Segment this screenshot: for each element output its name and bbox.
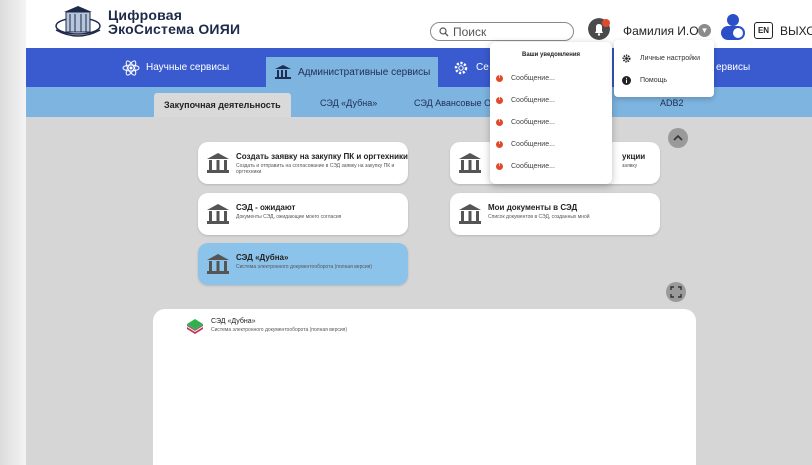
alert-icon [496, 96, 503, 104]
menu-item-label: Личные настройки [640, 54, 701, 62]
card-title: Мои документы в СЭД [488, 203, 578, 212]
logo-icon[interactable] [54, 6, 102, 42]
panel-description: Система электронного документооборота (п… [211, 327, 348, 333]
notification-item[interactable]: Сообщение... [496, 93, 555, 107]
card-sed-dubna[interactable]: СЭД «Дубна» Система электронного докумен… [198, 243, 408, 285]
menu-item-personal-settings[interactable]: Личные настройки [622, 51, 700, 65]
card-my-documents[interactable]: Мои документы в СЭД Список документов в … [450, 193, 660, 235]
notification-text: Сообщение... [511, 74, 555, 82]
notification-text: Сообщение... [511, 118, 555, 126]
panel-title: СЭД «Дубна» [211, 318, 256, 325]
card-description: Система электронного документооборота (п… [236, 264, 373, 270]
left-edge [0, 0, 26, 465]
notification-badge [602, 19, 610, 27]
building-icon [459, 204, 481, 224]
layers-icon [187, 319, 203, 334]
menu-item-label: Помощь [640, 76, 668, 84]
tab-more-services[interactable]: ервисы [716, 48, 750, 87]
notification-text: Сообщение... [511, 140, 555, 148]
card-create-request[interactable]: Создать заявку на закупку ПК и оргтехник… [198, 142, 408, 184]
fullscreen-button[interactable] [666, 282, 686, 302]
gear-icon [454, 61, 468, 74]
info-icon [622, 75, 631, 85]
theme-toggle[interactable] [718, 12, 748, 42]
notification-text: Сообщение... [511, 96, 555, 104]
service-panel: СЭД «Дубна» Система электронного докумен… [153, 309, 696, 465]
notifications-dropdown: Ваши уведомления Сообщение... Сообщение.… [490, 42, 612, 184]
notification-text: Сообщение... [511, 162, 555, 170]
card-sed-waiting[interactable]: СЭД - ожидают Документы СЭД, ожидающие м… [198, 193, 408, 235]
card-description: Список документов в СЭД, созданных мной [488, 214, 590, 220]
card-description: Создать и отправить на согласование в СЭ… [236, 163, 395, 175]
language-button[interactable]: EN [754, 22, 773, 39]
card-title: СЭД «Дубна» [236, 253, 289, 262]
alert-icon [496, 140, 503, 148]
notification-item[interactable]: Сообщение... [496, 137, 555, 151]
search-placeholder: Поиск [453, 24, 487, 39]
subtab-procurement[interactable]: Закупочная деятельность [154, 93, 291, 117]
building-icon [207, 153, 229, 173]
card-title: Создать заявку на закупку ПК и оргтехник… [236, 152, 408, 161]
building-icon [207, 254, 229, 274]
tab-other-services-label: Се [476, 62, 489, 73]
brand-title[interactable]: Цифровая ЭкоСистема ОИЯИ [108, 8, 240, 36]
card-title: укции [622, 152, 646, 161]
gear-icon [622, 54, 631, 62]
tab-other-services[interactable]: Се [452, 48, 489, 87]
menu-item-help[interactable]: Помощь [622, 73, 667, 87]
subtab-sed-advance[interactable]: СЭД Авансовые От [414, 87, 495, 117]
logout-link[interactable]: ВЫХОД [780, 24, 812, 38]
brand-line-2: ЭкоСистема ОИЯИ [108, 21, 241, 37]
tab-more-services-label: ервисы [716, 62, 751, 73]
search-input[interactable]: Поиск [430, 22, 574, 41]
notifications-title: Ваши уведомления [521, 52, 581, 58]
atom-icon [122, 59, 140, 76]
notification-item[interactable]: Сообщение... [496, 159, 555, 173]
building-icon [275, 65, 291, 79]
username[interactable]: Фамилия И.О. [623, 24, 702, 38]
card-description: Документы СЭД, ожидающие моего согласия [236, 214, 342, 220]
chevron-up-icon [673, 134, 683, 141]
notification-item[interactable]: Сообщение... [496, 71, 555, 85]
subtab-sed-dubna[interactable]: СЭД «Дубна» [320, 87, 377, 117]
tab-science-services-label: Научные сервисы [146, 62, 230, 73]
tab-admin-services-label: Административные сервисы [298, 66, 431, 78]
building-icon [207, 204, 229, 224]
collapse-button[interactable] [668, 128, 688, 148]
search-icon [439, 26, 449, 36]
alert-icon [496, 74, 503, 82]
notification-item[interactable]: Сообщение... [496, 115, 555, 129]
card-title: СЭД - ожидают [236, 203, 296, 212]
tab-admin-services[interactable]: Административные сервисы [266, 57, 439, 87]
brand-line-1: Цифровая [108, 7, 183, 23]
card-description: заявку [622, 163, 638, 169]
user-menu: Личные настройки Помощь [614, 40, 714, 97]
alert-icon [496, 118, 503, 126]
chevron-down-icon[interactable]: ▾ [698, 24, 711, 37]
fullscreen-icon [670, 286, 682, 298]
alert-icon [496, 162, 503, 170]
building-icon [459, 153, 481, 173]
tab-science-services[interactable]: Научные сервисы [122, 48, 229, 87]
